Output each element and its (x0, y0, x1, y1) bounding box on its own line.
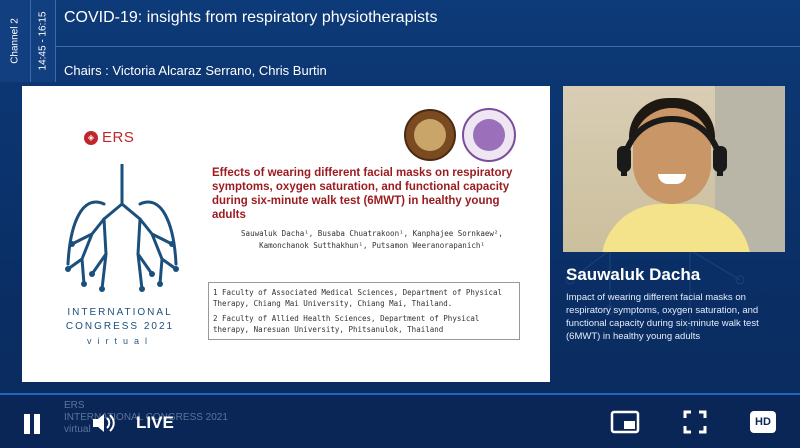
slide-affiliations: 1 Faculty of Associated Medical Sciences… (208, 282, 520, 340)
ers-logo: ◈ ERS (84, 129, 134, 146)
picture-in-picture-button[interactable] (610, 409, 640, 435)
congress-logo-text: INTERNATIONAL CONGRESS 2021 virtual (65, 307, 175, 346)
lungs-icon (65, 164, 179, 292)
header-divider (56, 46, 800, 47)
ers-logo-icon: ◈ (84, 130, 98, 145)
presentation-slide: ◈ ERS INTERNATIONAL CONGRESS 2021 virtua… (22, 86, 550, 382)
slide-title: Effects of wearing different facial mask… (212, 167, 513, 221)
picture-in-picture-icon (610, 410, 640, 434)
university-seal-2 (462, 108, 516, 162)
volume-button[interactable] (90, 410, 116, 436)
slide-authors: Sauwaluk Dacha¹, Busaba Chuatrakoon¹, Ka… (241, 229, 503, 250)
university-seal-1 (404, 109, 456, 161)
pause-button[interactable] (18, 410, 46, 438)
live-indicator: LIVE (136, 413, 174, 432)
session-chairs: Chairs : Victoria Alcaraz Serrano, Chris… (64, 63, 327, 78)
channel-label: Channel 2 (0, 0, 31, 82)
volume-icon (93, 414, 115, 432)
session-title: COVID-19: insights from respiratory phys… (64, 9, 438, 26)
speaker-name: Sauwaluk Dacha (566, 265, 701, 284)
session-time: 14:45 - 16:15 (31, 0, 56, 82)
elephant-emblem-icon (473, 119, 505, 151)
elephant-emblem-icon (414, 119, 446, 151)
fullscreen-icon (683, 410, 707, 434)
fullscreen-button[interactable] (682, 409, 708, 435)
hd-quality-button[interactable]: HD (750, 411, 776, 433)
speaker-video (563, 86, 785, 252)
speaker-talk-description: Impact of wearing different facial masks… (566, 292, 759, 342)
